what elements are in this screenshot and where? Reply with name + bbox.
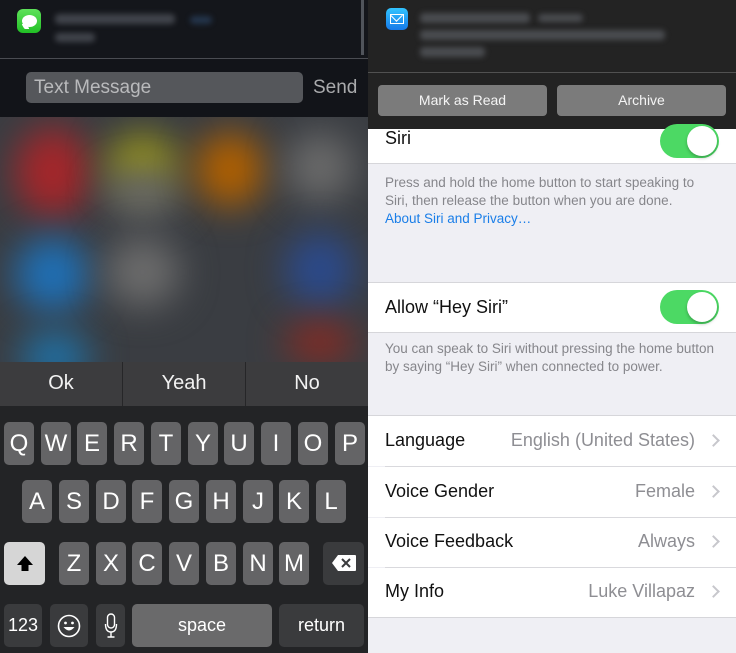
siri-label: Siri: [385, 128, 411, 148]
key-i[interactable]: I: [261, 422, 291, 465]
row-value: Always: [637, 531, 695, 551]
shift-icon: [16, 556, 33, 571]
key-c[interactable]: C: [132, 542, 162, 585]
row-label: Voice Gender: [385, 481, 495, 501]
message-notification[interactable]: [0, 0, 368, 59]
key-s[interactable]: S: [59, 480, 89, 523]
key-o[interactable]: O: [298, 422, 328, 465]
messages-quick-reply-panel: Send Ok Yeah No Q W E R T Y U I O P A S …: [0, 0, 368, 653]
chevron-right-icon: [707, 585, 720, 598]
row-value: Female: [634, 481, 695, 501]
key-f[interactable]: F: [132, 480, 162, 523]
key-u[interactable]: U: [224, 422, 254, 465]
blurred-sender: [420, 13, 530, 23]
row-value: English (United States): [510, 430, 695, 450]
row-label: My Info: [385, 581, 445, 601]
reply-bar: Send: [0, 59, 368, 117]
delete-key[interactable]: [323, 542, 364, 585]
quick-reply-ok[interactable]: Ok: [0, 362, 123, 406]
toggle-knob: [687, 292, 717, 322]
key-w[interactable]: W: [41, 422, 71, 465]
about-siri-privacy-link[interactable]: About Siri and Privacy…: [385, 211, 531, 226]
voice-feedback-row[interactable]: Voice Feedback Always: [368, 518, 736, 567]
blurred-subject: [420, 30, 665, 40]
language-row[interactable]: Language English (United States): [368, 416, 736, 466]
mark-as-read-button[interactable]: Mark as Read: [378, 85, 547, 116]
numbers-key[interactable]: 123: [4, 604, 42, 647]
hey-siri-footer: You can speak to Siri without pressing t…: [385, 341, 714, 374]
siri-description: Press and hold the home button to start …: [385, 175, 695, 208]
key-p[interactable]: P: [335, 422, 365, 465]
divider: [368, 163, 736, 164]
siri-row: Siri: [368, 124, 736, 163]
return-key[interactable]: return: [279, 604, 364, 647]
mail-notification[interactable]: Mark as Read Archive: [368, 0, 736, 129]
blurred-time: [190, 16, 212, 24]
send-button[interactable]: Send: [313, 72, 357, 103]
voice-gender-row[interactable]: Voice Gender Female: [368, 467, 736, 517]
space-key[interactable]: space: [132, 604, 272, 647]
emoji-icon: [57, 614, 81, 638]
my-info-row[interactable]: My Info Luke Villapaz: [368, 568, 736, 617]
text-message-input[interactable]: [26, 72, 303, 103]
key-r[interactable]: R: [114, 422, 144, 465]
row-label: Language: [385, 430, 466, 450]
key-m[interactable]: M: [279, 542, 309, 585]
key-y[interactable]: Y: [188, 422, 218, 465]
microphone-icon: [104, 613, 117, 638]
blurred-sender: [55, 14, 175, 24]
key-g[interactable]: G: [169, 480, 199, 523]
blurred-home-screen: [0, 117, 368, 367]
mail-icon: [386, 8, 408, 30]
archive-button[interactable]: Archive: [557, 85, 726, 116]
key-j[interactable]: J: [243, 480, 273, 523]
key-n[interactable]: N: [243, 542, 273, 585]
scroll-indicator: [361, 0, 364, 55]
key-x[interactable]: X: [96, 542, 126, 585]
quick-reply-yeah[interactable]: Yeah: [123, 362, 246, 406]
shift-key[interactable]: [4, 542, 45, 585]
key-a[interactable]: A: [22, 480, 52, 523]
dictation-key[interactable]: [96, 604, 125, 647]
key-h[interactable]: H: [206, 480, 236, 523]
divider: [368, 332, 736, 333]
chevron-right-icon: [707, 535, 720, 548]
messages-icon: [17, 9, 41, 33]
chevron-right-icon: [707, 485, 720, 498]
divider: [368, 72, 736, 73]
quick-reply-no[interactable]: No: [246, 362, 368, 406]
hey-siri-label: Allow “Hey Siri”: [385, 297, 509, 317]
divider: [368, 617, 736, 618]
blurred-preview: [420, 47, 485, 57]
siri-settings-panel: Mark as Read Archive Siri Press and hold…: [368, 0, 736, 653]
key-e[interactable]: E: [77, 422, 107, 465]
key-q[interactable]: Q: [4, 422, 34, 465]
key-z[interactable]: Z: [59, 542, 89, 585]
key-t[interactable]: T: [151, 422, 181, 465]
key-k[interactable]: K: [279, 480, 309, 523]
siri-toggle[interactable]: [660, 124, 719, 158]
quick-reply-bar: Ok Yeah No: [0, 362, 368, 406]
key-l[interactable]: L: [316, 480, 346, 523]
siri-footer: Press and hold the home button to start …: [385, 174, 721, 228]
blurred-time: [538, 14, 583, 22]
hey-siri-row: Allow “Hey Siri”: [368, 283, 736, 332]
key-d[interactable]: D: [96, 480, 126, 523]
row-value: Luke Villapaz: [588, 581, 695, 601]
emoji-key[interactable]: [50, 604, 88, 647]
delete-icon: [331, 555, 356, 571]
blurred-message: [55, 33, 95, 42]
key-b[interactable]: B: [206, 542, 236, 585]
row-label: Voice Feedback: [385, 531, 514, 551]
keyboard: Q W E R T Y U I O P A S D F G H J K L Z …: [0, 406, 368, 653]
key-v[interactable]: V: [169, 542, 199, 585]
toggle-knob: [687, 126, 717, 156]
chevron-right-icon: [707, 434, 720, 447]
hey-siri-toggle[interactable]: [660, 290, 719, 324]
